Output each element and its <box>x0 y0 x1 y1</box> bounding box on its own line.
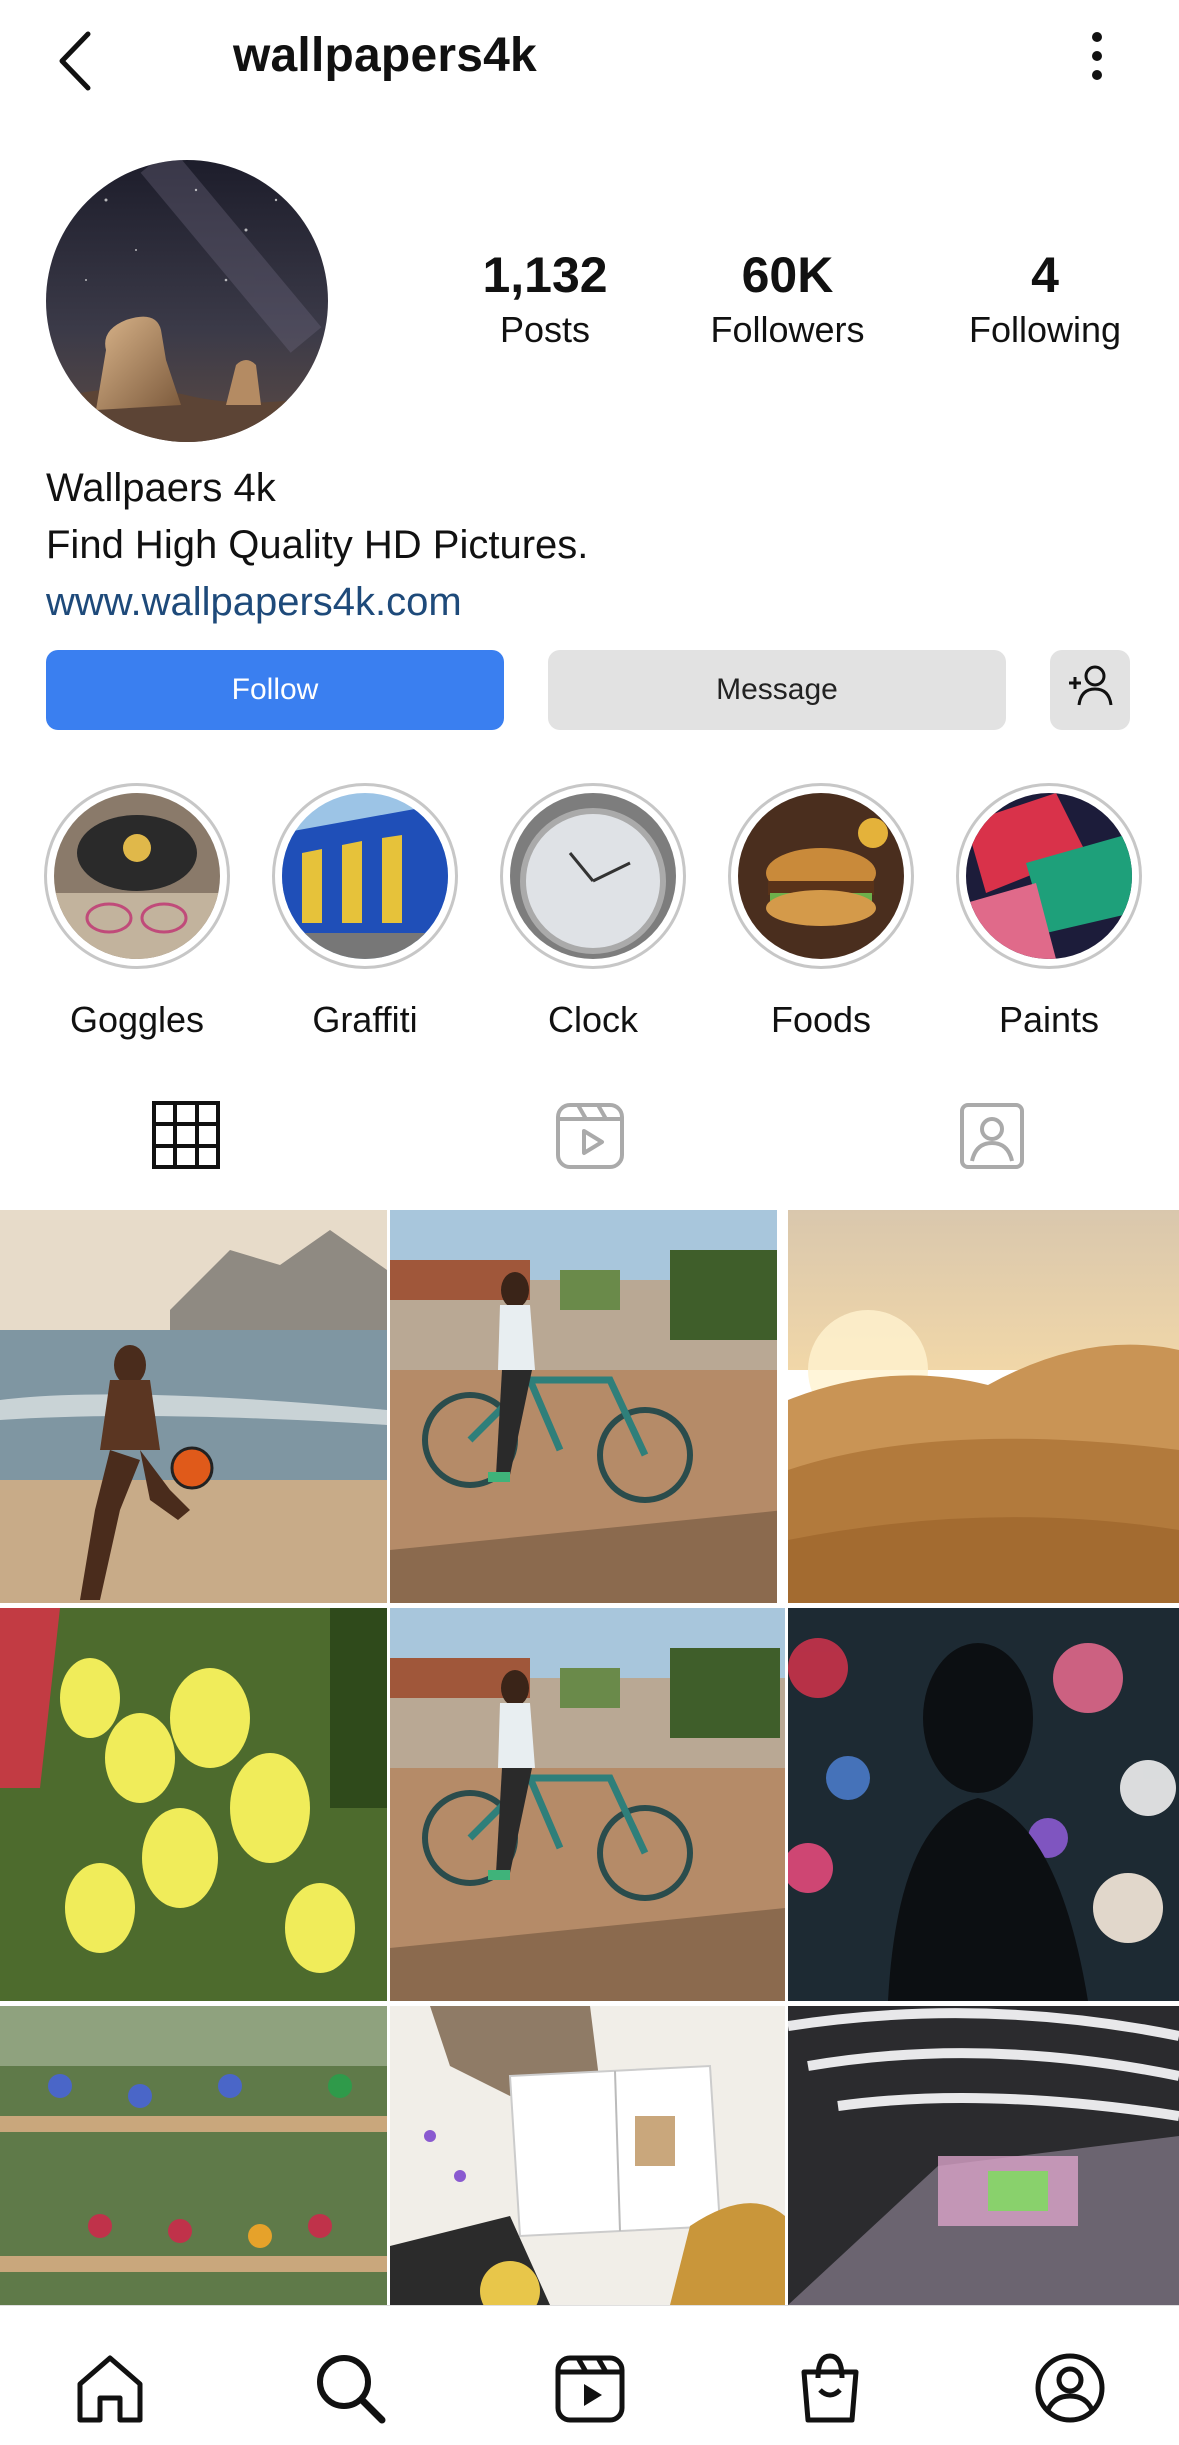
highlight-label: Graffiti <box>312 999 418 1040</box>
add-person-icon <box>1063 661 1117 719</box>
highlight-image <box>966 793 1132 959</box>
search-icon[interactable] <box>310 2348 390 2428</box>
home-icon[interactable] <box>70 2348 150 2428</box>
grid-post[interactable] <box>0 2006 387 2305</box>
highlight-image <box>54 793 220 959</box>
website-link[interactable]: www.wallpapers4k.com <box>46 574 588 631</box>
top-bar: wallpapers4k <box>0 0 1179 120</box>
tagged-icon <box>952 1103 1032 1179</box>
highlight-foods[interactable]: Foods <box>728 783 914 1041</box>
profile-name: Wallpaers 4k <box>46 466 276 510</box>
chevron-left-icon[interactable] <box>48 26 108 96</box>
grid-post[interactable] <box>390 2006 785 2305</box>
grid-post[interactable] <box>0 1210 387 1603</box>
shop-icon[interactable] <box>790 2348 870 2428</box>
highlight-label: Clock <box>547 999 639 1040</box>
posts-label: Posts <box>499 309 591 350</box>
bottom-navigation <box>0 2305 1179 2445</box>
more-vertical-icon[interactable] <box>1080 28 1114 88</box>
followers-count[interactable]: 60K Followers <box>690 245 885 355</box>
highlight-paints[interactable]: Paints <box>956 783 1142 1041</box>
tab-reels[interactable] <box>550 1095 630 1175</box>
grid-post[interactable] <box>390 1210 777 1603</box>
add-person-button[interactable] <box>1050 650 1130 730</box>
followers-label: Followers <box>710 309 865 350</box>
follow-button[interactable]: Follow <box>46 650 504 730</box>
grid-icon <box>146 1101 226 1179</box>
highlight-clock[interactable]: Clock <box>500 783 686 1041</box>
highlight-label: Foods <box>770 999 872 1040</box>
bio-text: Find High Quality HD Pictures. <box>46 523 589 567</box>
photo-grid <box>0 1210 1179 2305</box>
grid-post[interactable] <box>788 1608 1179 2001</box>
highlight-goggles[interactable]: Goggles <box>44 783 230 1041</box>
following-count[interactable]: 4 Following <box>950 245 1140 355</box>
highlight-image <box>510 793 676 959</box>
highlight-label: Paints <box>998 999 1100 1040</box>
message-button[interactable]: Message <box>548 650 1006 730</box>
highlight-label: Goggles <box>69 999 205 1040</box>
grid-post[interactable] <box>390 1608 785 2001</box>
grid-post[interactable] <box>788 1210 1179 1603</box>
grid-post[interactable] <box>788 2006 1179 2305</box>
profile-icon[interactable] <box>1030 2348 1110 2428</box>
highlight-image <box>738 793 904 959</box>
reels-icon[interactable] <box>550 2348 630 2428</box>
avatar[interactable] <box>46 160 328 442</box>
profile-username: wallpapers4k <box>233 29 537 82</box>
following-label: Following <box>968 309 1122 350</box>
grid-post[interactable] <box>0 1608 387 2001</box>
reels-icon <box>550 1103 630 1179</box>
highlight-image <box>282 793 448 959</box>
tab-posts[interactable] <box>146 1095 226 1175</box>
profile-bio: Wallpaers 4k Find High Quality HD Pictur… <box>46 460 588 631</box>
tab-tagged[interactable] <box>952 1095 1032 1175</box>
following-value: 4 <box>1031 247 1059 303</box>
followers-value: 60K <box>741 247 834 303</box>
highlight-graffiti[interactable]: Graffiti <box>272 783 458 1041</box>
posts-value: 1,132 <box>482 247 608 303</box>
posts-count: 1,132 Posts <box>455 245 635 355</box>
